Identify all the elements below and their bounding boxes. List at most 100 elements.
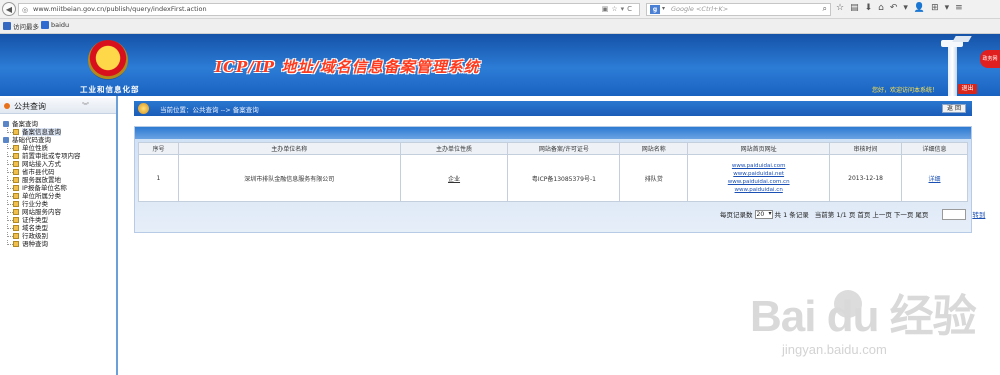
national-emblem-icon [88,40,128,80]
url-tools-icons[interactable]: ▣☆▾C [602,5,635,13]
bookmark-label: 访问最多 [13,23,39,31]
goto-page-input[interactable] [942,208,967,220]
total-records: 共 1 条记录 [774,211,809,219]
current-page: 当前第 1/1 页 [814,211,856,219]
page-icon [13,225,19,231]
logout-button[interactable]: 退出 [958,84,977,94]
last-page-link[interactable]: 尾页 [915,209,928,219]
system-title: ICP/IP 地址/域名信息备案管理系统 [215,58,480,76]
tree-item[interactable]: 网站接入方式 [0,160,116,168]
nav-tree: 备案查询 备案信息查询 基础代码查询 单位性质 前置审批或专项内容 网站接入方式… [0,120,116,248]
folder-icon [3,121,9,127]
address-bar[interactable]: ◎ www.miitbeian.gov.cn/publish/query/ind… [18,3,640,16]
tree-item[interactable]: 前置审批或专项内容 [0,152,116,160]
page-icon [13,209,19,215]
cell-site-name: 排队贷 [619,154,689,202]
bullet-icon [4,103,10,109]
tree-item[interactable]: IP报备单位名称 [0,184,116,192]
url-text[interactable]: www.miitbeian.gov.cn/publish/query/index… [33,5,207,13]
home-icon [138,103,149,114]
detail-link[interactable]: 详细 [929,176,941,183]
tree-group-record-query[interactable]: 备案查询 [0,120,116,128]
site-url-link[interactable]: www.paiduidai.cn [688,186,829,194]
tree-item[interactable]: 网站服务内容 [0,208,116,216]
page-icon [13,193,19,199]
breadcrumb: 当前位置：公共查询 --> 备案查询 [160,106,259,114]
tree-item[interactable]: 域名类型 [0,224,116,232]
page-icon [13,129,19,135]
page-icon [13,153,19,159]
toolbar-icons[interactable]: ☆▤⬇⌂↶▾👤⊞▾≡ [836,3,969,13]
browser-toolbar: ◀ ◎ www.miitbeian.gov.cn/publish/query/i… [0,0,1000,19]
col-header: 网站备案/许可证号 [507,142,621,155]
back-button[interactable]: 返 回 [942,104,966,113]
welcome-text: 您好，欢迎访问本系统！ [872,87,939,94]
tree-item[interactable]: 行业分类 [0,200,116,208]
cell-license: 粤ICP备13085379号-1 [507,154,621,202]
col-header: 网站名称 [619,142,689,155]
tree-item[interactable]: 单位所属分类 [0,192,116,200]
ministry-name: 工业和信息化部 [80,85,140,94]
page-icon [13,233,19,239]
search-icon[interactable]: ⌕ [823,4,827,14]
col-header: 审核时间 [829,142,903,155]
goto-page-button[interactable]: 转到 [972,209,985,219]
tree-group-code-query[interactable]: 基础代码查询 [0,136,116,144]
chevron-down-icon[interactable]: ▾ [662,5,665,12]
table-header-row: 序号 主办单位名称 主办单位性质 网站备案/许可证号 网站名称 网站首页网址 审… [138,142,968,155]
page-icon [13,177,19,183]
cell-audit-date: 2013-12-18 [829,154,903,202]
breadcrumb-bar: 当前位置：公共查询 --> 备案查询 返 回 [134,101,972,116]
tree-item[interactable]: 行政级别 [0,232,116,240]
per-page-select[interactable]: 20 [754,209,773,219]
cell-index: 1 [138,154,179,202]
bookmark-label: baidu [51,21,70,29]
site-url-link[interactable]: www.paiduidai.net [688,170,829,178]
results-panel-header [135,127,971,139]
prev-page-link[interactable]: 上一页 [872,209,892,219]
tree-item[interactable]: 证件类型 [0,216,116,224]
site-url-link[interactable]: www.paiduidai.com.cn [688,178,829,186]
bookmark-most-visited[interactable]: 访问最多 [3,21,39,31]
tree-item[interactable]: 省市县代码 [0,168,116,176]
baidu-icon [41,21,49,29]
sidebar: 公共查询 ︾ 备案查询 备案信息查询 基础代码查询 单位性质 前置审批或专项内容… [0,96,118,375]
col-header: 序号 [138,142,179,155]
pagination: 每页记录数 20 共 1 条记录 当前第 1/1 页 首页 上一页 下一页 尾页… [720,208,985,220]
google-icon[interactable]: g [650,5,660,14]
site-url-link[interactable]: www.paiduidai.com [688,162,829,170]
cell-org-name: 深圳市排队金融信息服务有限公司 [177,154,401,202]
col-header: 主办单位名称 [177,142,401,155]
next-page-link[interactable]: 下一页 [894,209,914,219]
welcome-strip: 您好，欢迎访问本系统！ 退出 [862,84,982,95]
search-placeholder[interactable]: Google <Ctrl+K> [671,5,728,13]
tree-item[interactable]: 单位性质 [0,144,116,152]
tree-item[interactable]: 语种查询 [0,240,116,248]
search-bar[interactable]: g ▾ Google <Ctrl+K> ⌕ [646,3,831,16]
col-header: 网站首页网址 [687,142,831,155]
page-icon [13,217,19,223]
page-icon [13,241,19,247]
col-header: 详细信息 [901,142,968,155]
corner-badge: 政务网 [980,50,1000,68]
back-arrow-icon[interactable]: ◀ [2,2,16,16]
page-icon [13,161,19,167]
tree-item[interactable]: 备案信息查询 [0,128,116,136]
page-icon [13,145,19,151]
page-icon [13,185,19,191]
tree-item[interactable]: 服务器放置地 [0,176,116,184]
sidebar-title: 公共查询 [14,102,46,111]
site-banner: 工业和信息化部 ICP/IP 地址/域名信息备案管理系统 政务网 您好，欢迎访问… [0,34,1000,96]
results-table: 序号 主办单位名称 主办单位性质 网站备案/许可证号 网站名称 网站首页网址 审… [138,142,968,202]
main-content: 当前位置：公共查询 --> 备案查询 返 回 序号 主办单位名称 主办单位性质 … [120,96,1000,375]
globe-icon: ◎ [22,6,29,14]
chevron-down-icon[interactable]: ︾ [82,101,89,111]
bookmark-folder-icon [3,22,11,30]
per-page-label: 每页记录数 [720,211,753,219]
first-page-link[interactable]: 首页 [857,209,870,219]
folder-icon [3,137,9,143]
bookmark-baidu[interactable]: baidu [41,21,69,29]
table-row: 1 深圳市排队金融信息服务有限公司 企业 粤ICP备13085379号-1 排队… [138,154,968,202]
sidebar-header[interactable]: 公共查询 ︾ [0,98,116,114]
cell-org-type: 企业 [448,175,461,183]
